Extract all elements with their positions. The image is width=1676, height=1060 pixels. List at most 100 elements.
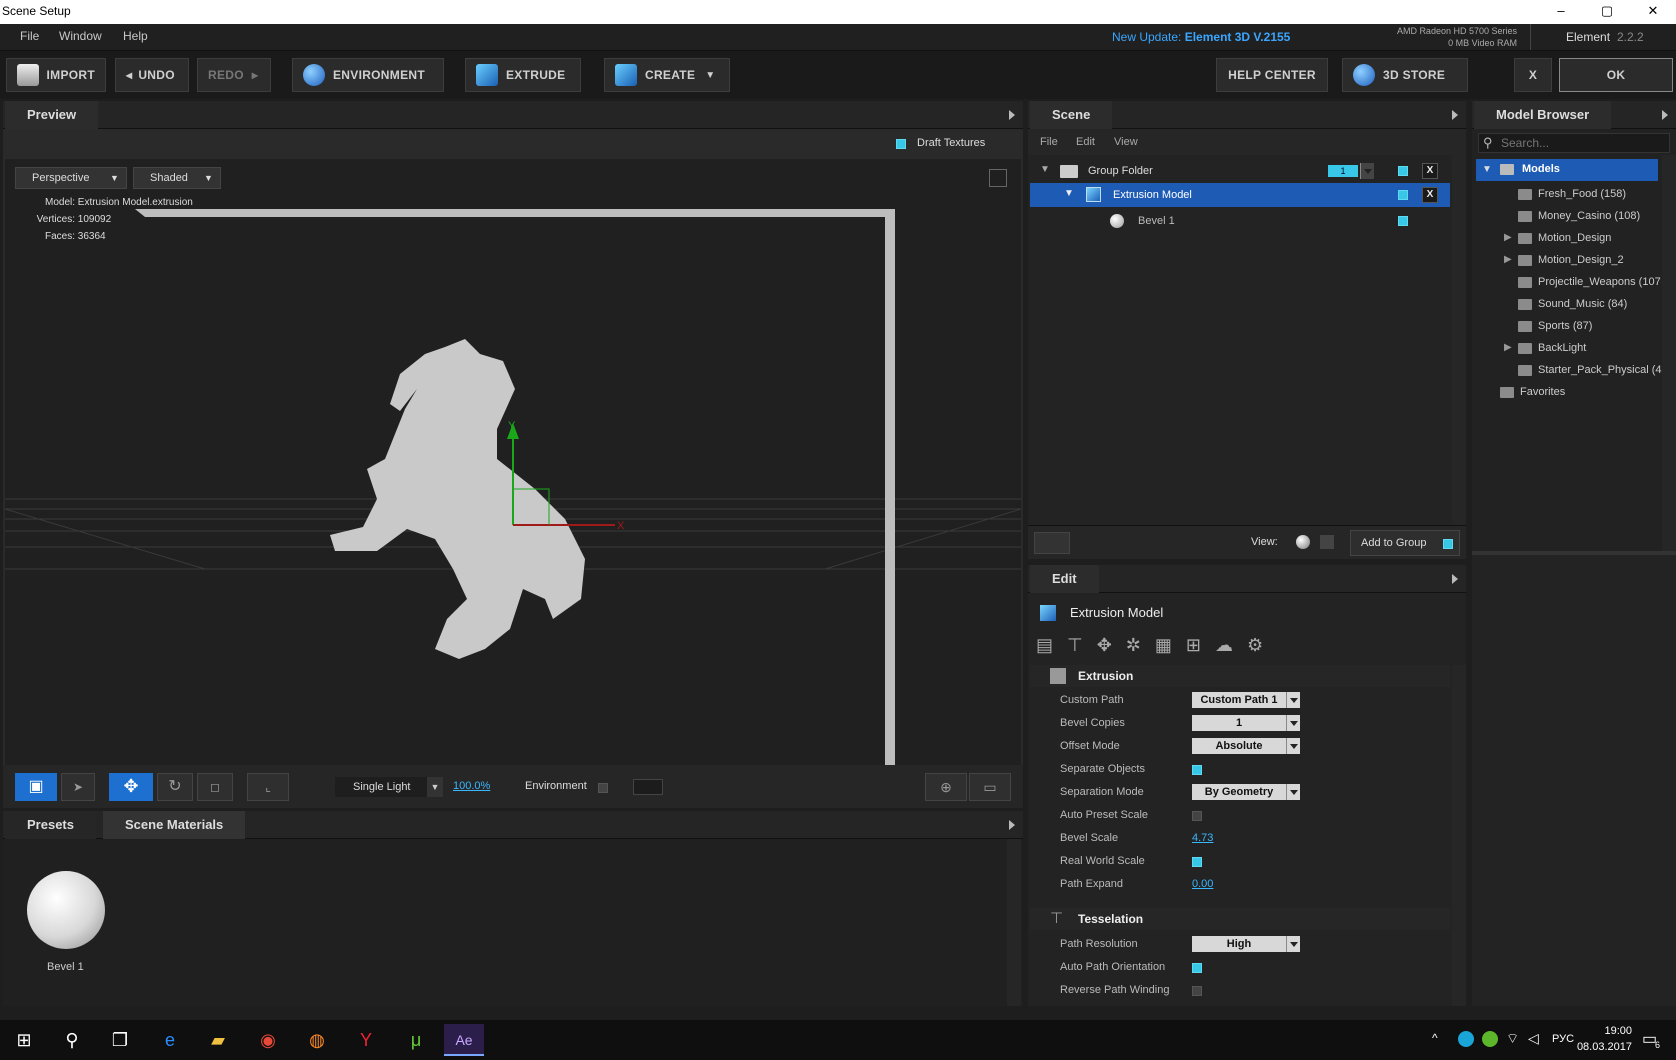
environment-swatch[interactable] <box>633 779 663 795</box>
maximize-viewport-icon[interactable] <box>989 169 1007 187</box>
offset-mode-dropdown[interactable]: Absolute <box>1192 738 1286 754</box>
tab-model-browser[interactable]: Model Browser <box>1474 101 1612 129</box>
model-delete-button[interactable]: X <box>1422 187 1438 203</box>
camera-tool-icon[interactable]: ▣ <box>15 773 57 801</box>
panel-arrow-icon[interactable] <box>1009 110 1015 120</box>
tray-app-icon[interactable] <box>1458 1031 1474 1047</box>
menu-window[interactable]: Window <box>59 29 102 43</box>
viewport[interactable]: Y X Perspective ▼ Shaded ▼ Model: Extrus… <box>5 159 1021 765</box>
expand-right-icon[interactable]: ▶ <box>1504 249 1512 271</box>
tab-presets[interactable]: Presets <box>5 811 96 839</box>
tab-scene-materials[interactable]: Scene Materials <box>103 811 246 839</box>
presets-scrollbar[interactable] <box>1007 839 1021 1006</box>
browser-search[interactable]: ⚲ <box>1478 133 1670 153</box>
tree-item[interactable]: Sports (87) <box>1472 315 1662 337</box>
tree-item[interactable]: ▶ Motion_Design_2 <box>1472 249 1662 271</box>
tree-item[interactable]: Starter_Pack_Physical (4 <box>1472 359 1662 381</box>
scene-row-group-folder[interactable]: ▼ Group Folder 1 X <box>1028 159 1452 183</box>
tesselation-section-header[interactable]: ⊤ Tesselation <box>1030 908 1450 930</box>
grid-tab-icon[interactable]: ⊞ <box>1186 635 1201 657</box>
help-center-button[interactable]: HELP CENTER <box>1216 58 1328 92</box>
close-window-button[interactable]: ✕ <box>1630 0 1676 24</box>
path-expand-value[interactable]: 0.00 <box>1192 878 1213 890</box>
scene-menu-view[interactable]: View <box>1114 136 1138 148</box>
environment-button[interactable]: ENVIRONMENT <box>292 58 444 92</box>
scene-row-bevel[interactable]: Bevel 1 <box>1028 209 1452 233</box>
target-icon[interactable]: ⊕ <box>925 773 967 801</box>
tree-item[interactable]: ▶ Motion_Design <box>1472 227 1662 249</box>
zoom-value[interactable]: 100.0% <box>453 780 490 792</box>
tab-scene[interactable]: Scene <box>1030 101 1113 129</box>
clock[interactable]: 19:00 08.03.2017 <box>1562 1023 1632 1055</box>
bevel-copies-dropdown[interactable]: 1 <box>1192 715 1286 731</box>
view-sphere-icon[interactable] <box>1296 535 1310 549</box>
material-tab-icon[interactable]: ▦ <box>1155 635 1172 657</box>
start-icon[interactable]: ⊞ <box>4 1024 44 1056</box>
rotate-tool-icon[interactable]: ↻ <box>157 773 193 801</box>
transform-tab-icon[interactable]: ✥ <box>1097 635 1112 657</box>
edge-icon[interactable]: e <box>150 1024 190 1056</box>
add-to-group-button[interactable]: Add to Group <box>1350 530 1460 556</box>
chevron-down-icon[interactable]: ▼ <box>427 777 443 797</box>
ok-button[interactable]: OK <box>1559 58 1673 92</box>
add-to-group-checkbox[interactable] <box>1443 539 1453 549</box>
tree-item[interactable]: Sound_Music (84) <box>1472 293 1662 315</box>
expand-down-icon[interactable]: ▼ <box>1482 164 1492 175</box>
panel-arrow-icon[interactable] <box>1009 820 1015 830</box>
group-number[interactable]: 1 <box>1328 165 1358 177</box>
extrusion-tab-icon[interactable]: ▤ <box>1036 635 1053 657</box>
chevron-down-icon[interactable] <box>1286 784 1300 800</box>
tree-item[interactable]: ▶ BackLight <box>1472 337 1662 359</box>
tray-chevron-icon[interactable]: ^ <box>1432 1031 1438 1045</box>
custom-path-dropdown[interactable]: Custom Path 1 <box>1192 692 1286 708</box>
panel-arrow-icon[interactable] <box>1452 574 1458 584</box>
firefox-icon[interactable]: ◍ <box>297 1024 337 1056</box>
expand-down-icon[interactable]: ▼ <box>1064 188 1074 199</box>
network-icon[interactable]: ⌔ <box>1506 1030 1519 1048</box>
expand-right-icon[interactable]: ▶ <box>1504 337 1512 359</box>
move-tool-icon[interactable]: ✥ <box>109 773 153 801</box>
undo-button[interactable]: ◂ UNDO <box>115 58 189 92</box>
redo-button[interactable]: REDO ▸ <box>197 58 271 92</box>
after-effects-icon[interactable]: Ae <box>444 1024 484 1056</box>
utorrent-icon[interactable]: μ <box>396 1024 436 1056</box>
menu-help[interactable]: Help <box>123 29 148 43</box>
group-delete-button[interactable]: X <box>1422 163 1438 179</box>
real-world-scale-checkbox[interactable] <box>1192 857 1202 867</box>
3d-store-button[interactable]: 3D STORE <box>1342 58 1468 92</box>
chrome-icon[interactable]: ◉ <box>248 1024 288 1056</box>
shape-tab-icon[interactable]: ☁ <box>1215 635 1233 657</box>
tree-item[interactable]: Projectile_Weapons (107 <box>1472 271 1662 293</box>
scene-row-extrusion-model[interactable]: ▼ Extrusion Model X <box>1030 183 1450 207</box>
scene-menu-edit[interactable]: Edit <box>1076 136 1095 148</box>
separation-mode-dropdown[interactable]: By Geometry <box>1192 784 1286 800</box>
bevel-visible-checkbox[interactable] <box>1398 216 1408 226</box>
axis-tool-icon[interactable]: ⌞ <box>247 773 289 801</box>
chevron-down-icon[interactable] <box>1286 715 1300 731</box>
minimize-button[interactable]: – <box>1538 0 1584 24</box>
reverse-path-winding-checkbox[interactable] <box>1192 986 1202 996</box>
tree-item[interactable]: Money_Casino (108) <box>1472 205 1662 227</box>
chevron-down-icon[interactable] <box>1286 936 1300 952</box>
restore-button[interactable]: ▢ <box>1584 0 1630 24</box>
tesselation-tab-icon[interactable]: ⊤ <box>1067 635 1083 657</box>
draft-textures-checkbox[interactable] <box>896 139 906 149</box>
environment-checkbox[interactable] <box>598 783 608 793</box>
scale-tool-icon[interactable]: ◻ <box>197 773 233 801</box>
task-view-icon[interactable]: ❐ <box>100 1024 140 1056</box>
tray-app-icon[interactable] <box>1482 1031 1498 1047</box>
edit-scrollbar[interactable] <box>1452 665 1466 1006</box>
select-tool-icon[interactable]: ➤ <box>61 773 95 801</box>
deform-tab-icon[interactable]: ✲ <box>1126 635 1141 657</box>
search-icon[interactable]: ⚲ <box>52 1024 92 1056</box>
volume-icon[interactable]: ◁ <box>1528 1030 1539 1047</box>
auto-path-orientation-checkbox[interactable] <box>1192 963 1202 973</box>
scene-menu-file[interactable]: File <box>1040 136 1058 148</box>
extrusion-section-header[interactable]: Extrusion <box>1030 665 1450 687</box>
scene-scrollbar[interactable] <box>1452 155 1466 525</box>
settings-tab-icon[interactable]: ⚙ <box>1247 635 1263 657</box>
tree-item-favorites[interactable]: Favorites <box>1472 381 1662 403</box>
update-notice[interactable]: New Update: Element 3D V.2155 <box>1112 30 1290 44</box>
separate-objects-checkbox[interactable] <box>1192 765 1202 775</box>
tab-preview[interactable]: Preview <box>5 101 99 129</box>
